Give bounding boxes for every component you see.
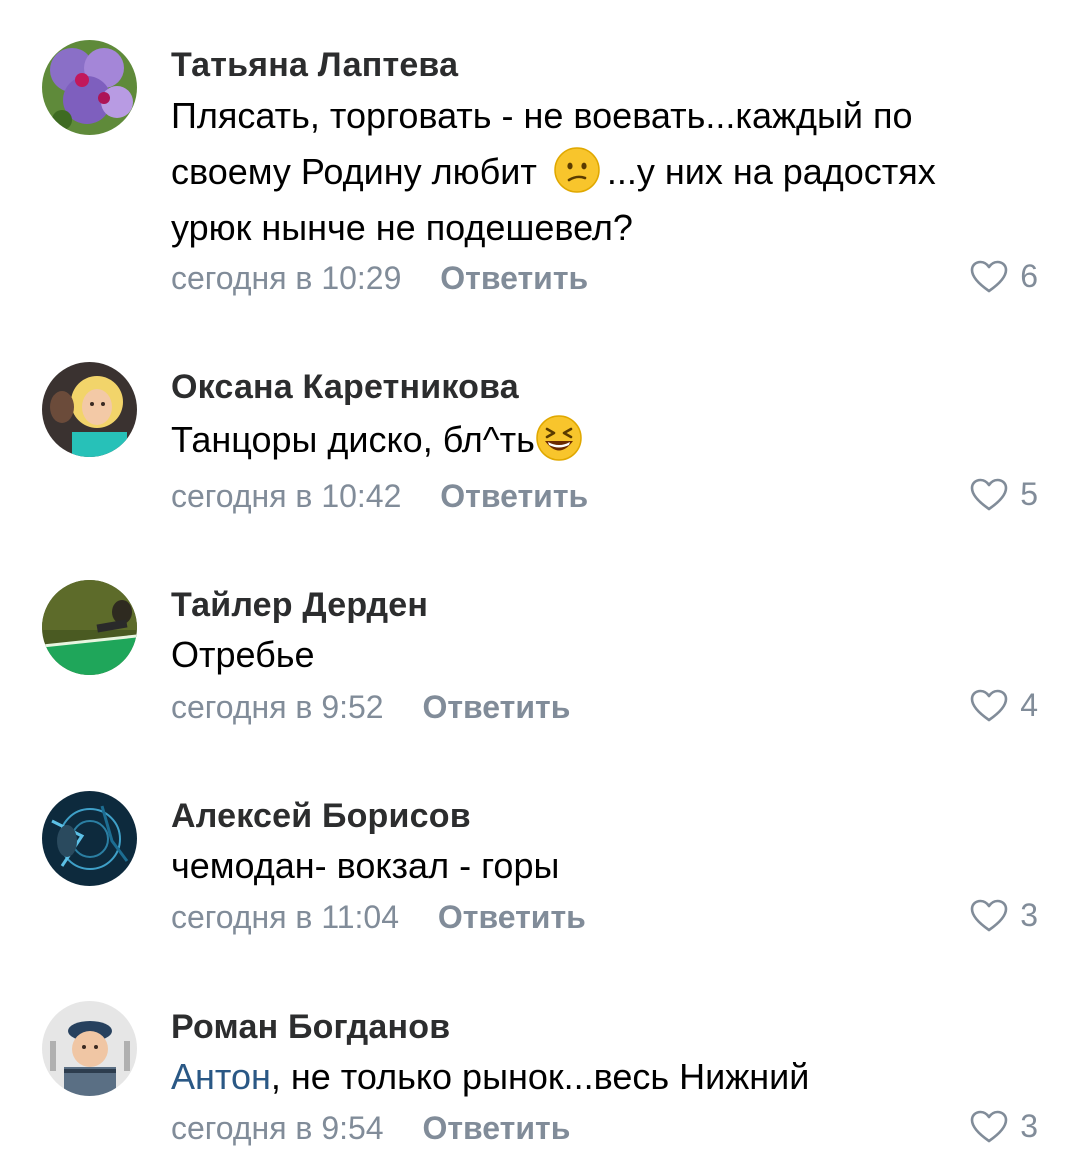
reply-button[interactable]: Ответить (422, 1110, 570, 1146)
comment-text-line: урюк нынче не подешевел? (171, 207, 633, 248)
like-count: 5 (1020, 476, 1038, 512)
heart-icon (970, 1110, 1008, 1142)
comment-text-fragment: , не только рынок...весь Нижний (270, 1056, 810, 1097)
heart-icon (970, 689, 1008, 721)
heart-icon (970, 899, 1008, 931)
heart-icon (970, 260, 1008, 292)
comment-author[interactable]: Оксана Каретникова (171, 368, 519, 407)
avatar[interactable] (42, 580, 137, 675)
comment-time: сегодня в 10:42 (171, 478, 402, 514)
comment-author[interactable]: Тайлер Дерден (171, 586, 428, 625)
comment-time: сегодня в 11:04 (171, 899, 400, 935)
like-button[interactable]: 3 (970, 1108, 1038, 1145)
comment-time: сегодня в 10:29 (171, 260, 402, 296)
reply-button[interactable]: Ответить (438, 899, 586, 935)
comment-author[interactable]: Роман Богданов (171, 1008, 450, 1047)
reply-button[interactable]: Ответить (422, 689, 570, 725)
avatar[interactable] (42, 362, 137, 457)
avatar[interactable] (42, 791, 137, 886)
comment-time: сегодня в 9:52 (171, 689, 384, 725)
comment-meta: сегодня в 11:04 Ответить (171, 899, 586, 936)
comment-meta: сегодня в 9:54 Ответить (171, 1110, 570, 1147)
like-button[interactable]: 5 (970, 476, 1038, 513)
avatar[interactable] (42, 1001, 137, 1096)
comment-text-fragment: ...у них на радостях (606, 151, 936, 192)
like-count: 3 (1020, 1108, 1038, 1144)
like-button[interactable]: 3 (970, 897, 1038, 934)
comment-text-line: своему Родину любит ...у них на радостях (171, 144, 1031, 200)
heart-icon (970, 478, 1008, 510)
comment-meta: сегодня в 9:52 Ответить (171, 689, 570, 726)
comment-author[interactable]: Татьяна Лаптева (171, 46, 458, 85)
comment-text: Танцоры диско, бл^ть (171, 412, 1031, 468)
comment-text-fragment: чемодан- вокзал - горы (171, 845, 560, 886)
like-button[interactable]: 4 (970, 687, 1038, 724)
like-count: 4 (1020, 687, 1038, 723)
comment-text: Отребье (171, 627, 1031, 683)
comment-text-fragment: Отребье (171, 634, 315, 675)
comment-meta: сегодня в 10:42 Ответить (171, 478, 588, 515)
like-count: 6 (1020, 258, 1038, 294)
mention-link[interactable]: Антон (171, 1056, 271, 1097)
comment-text: Плясать, торговать - не воевать...каждый… (171, 88, 1031, 256)
comment-time: сегодня в 9:54 (171, 1110, 384, 1146)
comment-text-fragment: Танцоры диско, бл^ть (171, 419, 535, 460)
avatar[interactable] (42, 40, 137, 135)
comment-text: чемодан- вокзал - горы (171, 838, 1031, 894)
comment-text-fragment: своему Родину любит (171, 151, 537, 192)
reply-button[interactable]: Ответить (440, 478, 588, 514)
like-count: 3 (1020, 897, 1038, 933)
confused-face-icon (553, 146, 601, 194)
comment-text: Антон, не только рынок...весь Нижний (171, 1049, 1031, 1105)
comment-text-line: Плясать, торговать - не воевать...каждый… (171, 95, 913, 136)
comment-meta: сегодня в 10:29 Ответить (171, 260, 588, 297)
reply-button[interactable]: Ответить (440, 260, 588, 296)
comment-author[interactable]: Алексей Борисов (171, 797, 471, 836)
like-button[interactable]: 6 (970, 258, 1038, 295)
laughing-face-icon (535, 414, 583, 462)
